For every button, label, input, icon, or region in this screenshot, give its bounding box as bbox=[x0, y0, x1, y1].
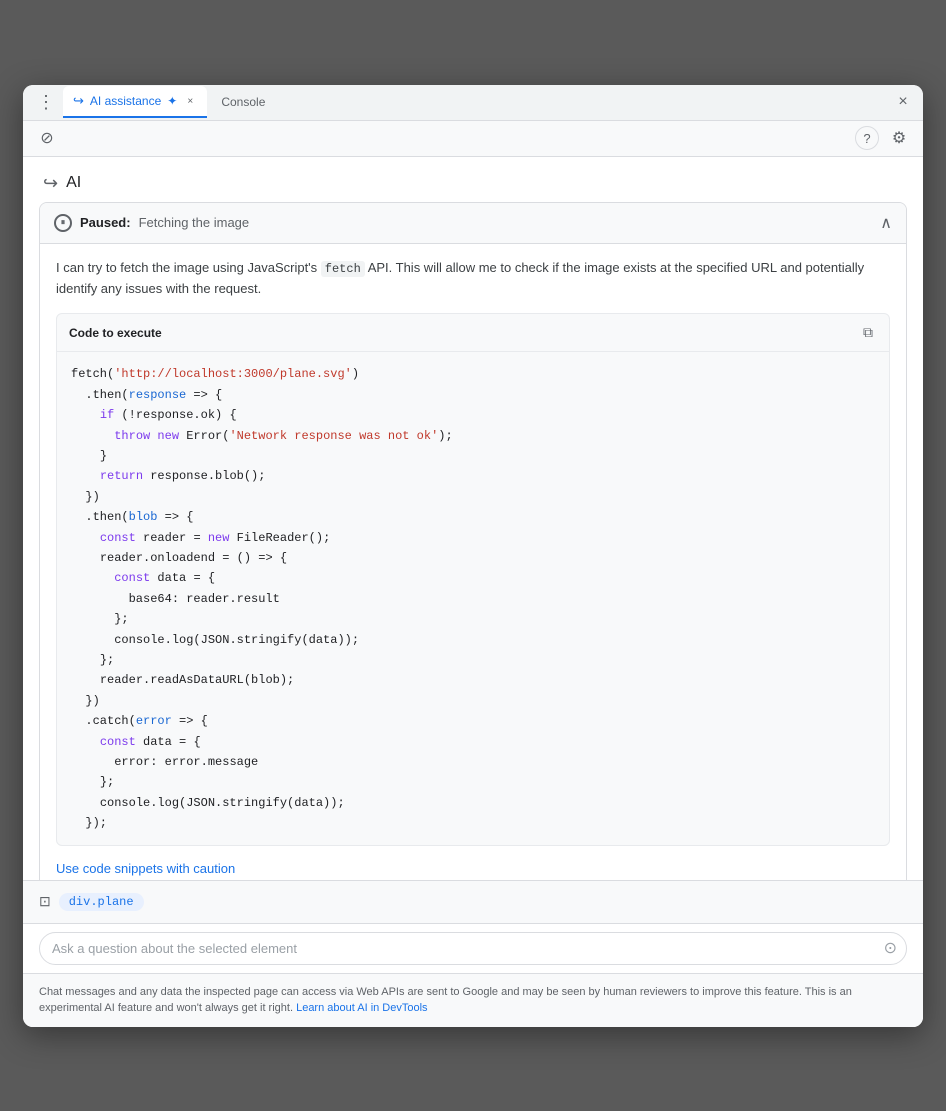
ai-header: ↪ AI bbox=[23, 157, 923, 202]
code-content: fetch('http://localhost:3000/plane.svg')… bbox=[57, 352, 889, 845]
paused-icon: ⏸ bbox=[54, 214, 72, 232]
tab-ai-assistance[interactable]: ↪ AI assistance ✦ × bbox=[63, 86, 207, 118]
paused-body: I can try to fetch the image using JavaS… bbox=[40, 244, 906, 880]
collapse-icon[interactable]: ∧ bbox=[880, 213, 892, 233]
main-content: ↪ AI ⏸ Paused: Fetching the image bbox=[23, 157, 923, 1027]
caution-link[interactable]: Use code snippets with caution bbox=[56, 861, 235, 876]
chat-messages[interactable]: ⏸ Paused: Fetching the image ∧ I can try… bbox=[23, 202, 923, 880]
selected-element: ⊡ div.plane bbox=[23, 880, 923, 923]
console-tab-label: Console bbox=[221, 95, 265, 109]
footer-link[interactable]: Learn about AI in DevTools bbox=[296, 1002, 427, 1014]
description-inline-code: fetch bbox=[321, 261, 365, 277]
settings-symbol: ⚙ bbox=[892, 128, 906, 148]
chat-input[interactable] bbox=[39, 932, 907, 965]
paused-label: Paused: bbox=[80, 215, 131, 230]
paused-card: ⏸ Paused: Fetching the image ∧ I can try… bbox=[39, 202, 907, 880]
element-selector-icon: ⊡ bbox=[39, 893, 51, 910]
description-before: I can try to fetch the image using JavaS… bbox=[56, 260, 321, 275]
block-icon[interactable]: ⊘ bbox=[35, 126, 59, 150]
footer-text: Chat messages and any data the inspected… bbox=[39, 986, 852, 1015]
code-block: Code to execute ⧉ fetch('http://localhos… bbox=[56, 313, 890, 846]
ai-tab-sparkle: ✦ bbox=[167, 94, 177, 108]
toolbar: ⊘ ? ⚙ bbox=[23, 121, 923, 157]
input-wrapper: ⊙ bbox=[39, 932, 907, 965]
settings-icon[interactable]: ⚙ bbox=[887, 126, 911, 150]
block-symbol: ⊘ bbox=[40, 128, 53, 148]
tab-bar: ⋮ ↪ AI assistance ✦ × Console × bbox=[23, 85, 923, 121]
element-tag: div.plane bbox=[59, 893, 144, 911]
menu-dots-icon[interactable]: ⋮ bbox=[31, 88, 59, 117]
devtools-close-button[interactable]: × bbox=[891, 90, 915, 114]
devtools-window: ⋮ ↪ AI assistance ✦ × Console × ⊘ ? ⚙ ↪ bbox=[23, 85, 923, 1027]
help-icon[interactable]: ? bbox=[855, 126, 879, 150]
code-block-title: Code to execute bbox=[69, 326, 162, 340]
footer-disclaimer: Chat messages and any data the inspected… bbox=[23, 973, 923, 1027]
copy-icon[interactable]: ⧉ bbox=[859, 322, 877, 343]
send-icon[interactable]: ⊙ bbox=[884, 938, 897, 958]
paused-pause-symbol: ⏸ bbox=[61, 217, 66, 228]
ai-tab-close[interactable]: × bbox=[183, 94, 197, 108]
code-block-header: Code to execute ⧉ bbox=[57, 314, 889, 352]
ai-panel: ↪ AI ⏸ Paused: Fetching the image bbox=[23, 157, 923, 1027]
paused-description: I can try to fetch the image using JavaS… bbox=[56, 258, 890, 300]
ai-header-title: AI bbox=[66, 174, 81, 192]
ai-tab-icon: ↪ bbox=[73, 93, 84, 109]
ai-tab-label: AI assistance bbox=[90, 94, 161, 108]
help-symbol: ? bbox=[863, 131, 870, 146]
paused-header: ⏸ Paused: Fetching the image ∧ bbox=[40, 203, 906, 244]
ai-header-icon: ↪ bbox=[43, 173, 58, 194]
paused-header-left: ⏸ Paused: Fetching the image bbox=[54, 214, 249, 232]
tab-console[interactable]: Console bbox=[211, 86, 275, 118]
input-area: ⊙ bbox=[23, 923, 923, 973]
paused-subtitle: Fetching the image bbox=[139, 215, 250, 230]
